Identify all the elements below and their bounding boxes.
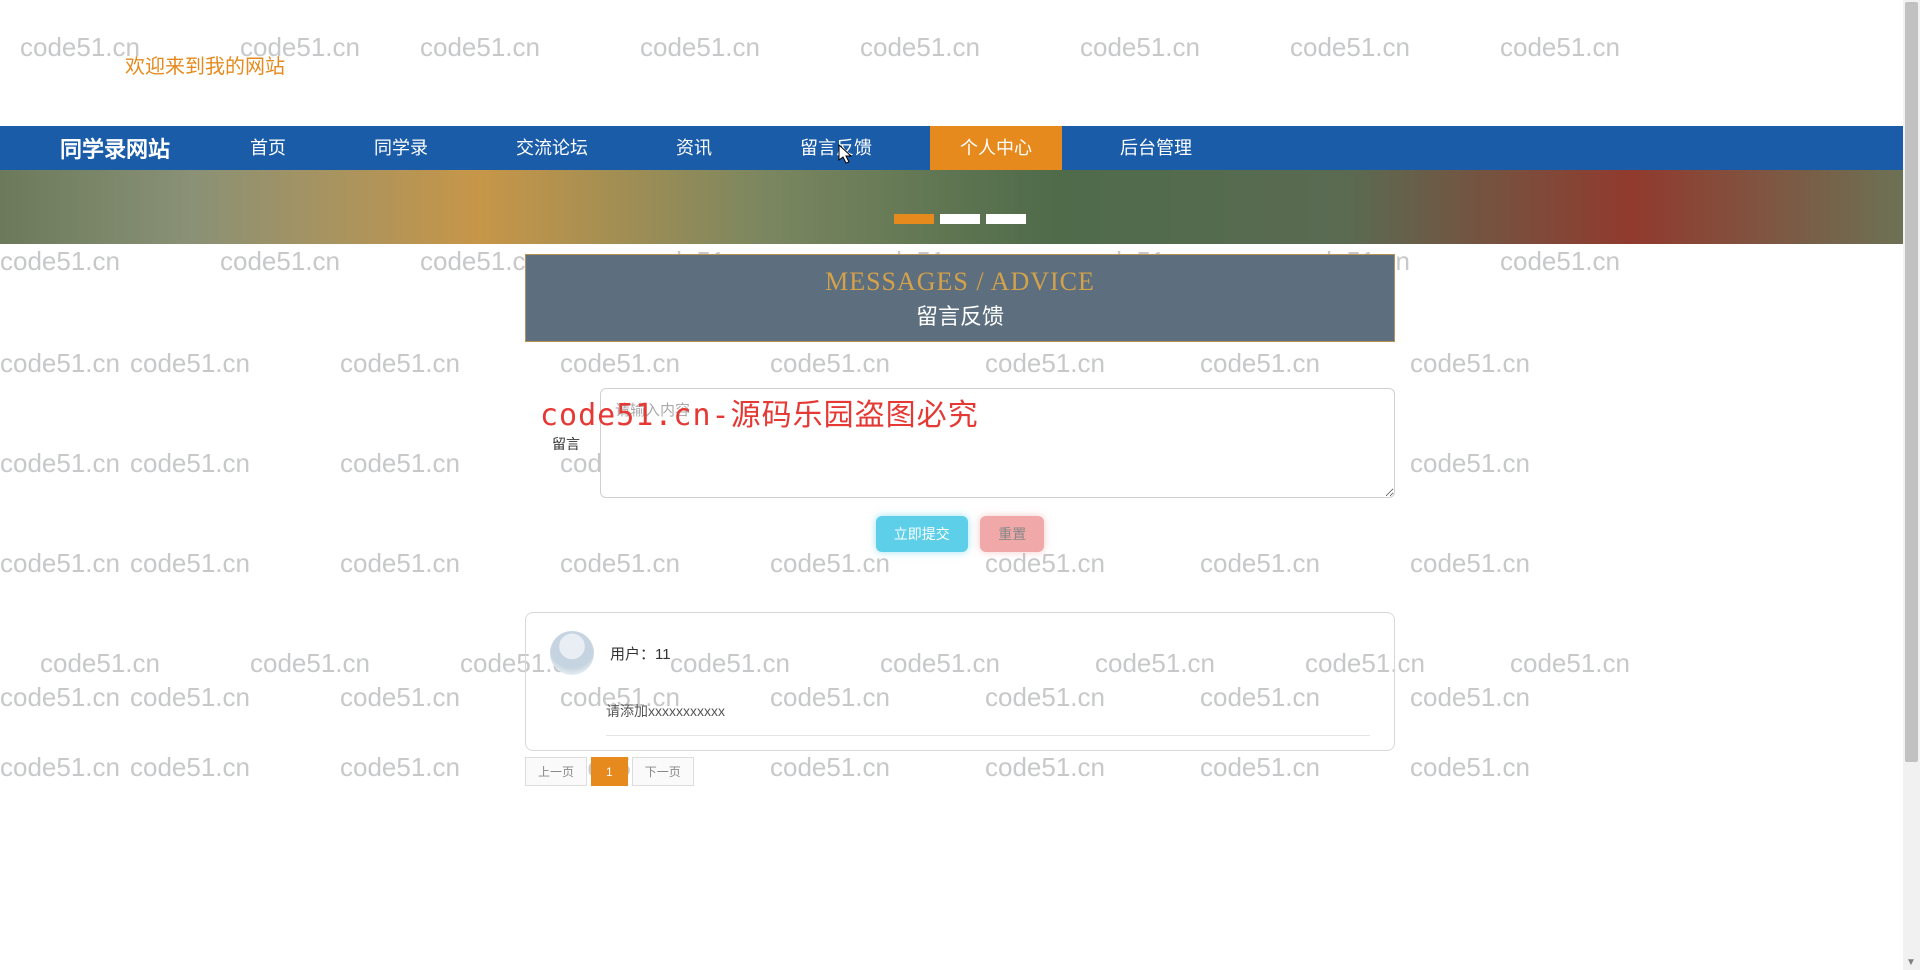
comment-card: 用户：11 请添加xxxxxxxxxxx [525, 612, 1395, 751]
section-header: MESSAGES / ADVICE 留言反馈 [525, 254, 1395, 342]
watermark-text: code51.cn [770, 548, 890, 579]
pagination: 上一页 1 下一页 [525, 757, 1395, 786]
nav-item-6[interactable]: 后台管理 [1090, 126, 1222, 170]
watermark-text: code51.cn [130, 548, 250, 579]
banner-image [0, 170, 1920, 244]
banner-indicators [894, 214, 1026, 224]
watermark-text: code51.cn [1410, 548, 1530, 579]
watermark-text: code51.cn [560, 348, 680, 379]
comment-content: 请添加xxxxxxxxxxx [606, 701, 1370, 736]
submit-button[interactable]: 立即提交 [876, 516, 968, 552]
nav-item-2[interactable]: 交流论坛 [486, 126, 618, 170]
avatar [550, 631, 594, 675]
watermark-text: code51.cn [1200, 548, 1320, 579]
nav-bar: 同学录网站 首页同学录交流论坛资讯留言反馈个人中心后台管理 [0, 126, 1920, 170]
banner-dot-2[interactable] [940, 214, 980, 224]
watermark-text: code51.cn [1410, 752, 1530, 783]
watermark-text: code51.cn [1410, 682, 1530, 713]
watermark-text: code51.cn [340, 448, 460, 479]
next-page-button[interactable]: 下一页 [632, 757, 694, 786]
watermark-text: code51.cn [130, 348, 250, 379]
watermark-text: code51.cn [40, 648, 160, 679]
watermark-text: code51.cn [130, 682, 250, 713]
watermark-text: code51.cn [220, 246, 340, 277]
watermark-text: code51.cn [130, 752, 250, 783]
watermark-text: code51.cn [130, 448, 250, 479]
vertical-scrollbar[interactable]: ▲ ▼ [1903, 0, 1920, 970]
page-number-1[interactable]: 1 [591, 757, 628, 786]
welcome-bar: 欢迎来到我的网站 [0, 0, 1920, 126]
watermark-text: code51.cn [1500, 246, 1620, 277]
reset-button[interactable]: 重置 [980, 516, 1044, 552]
watermark-text: code51.cn [0, 682, 120, 713]
watermark-text: code51.cn [0, 448, 120, 479]
scroll-down-icon[interactable]: ▼ [1906, 957, 1916, 968]
welcome-text: 欢迎来到我的网站 [125, 56, 285, 78]
section-title-cn: 留言反馈 [526, 299, 1394, 331]
watermark-text: code51.cn [1410, 348, 1530, 379]
watermark-text: code51.cn [985, 348, 1105, 379]
comment-user: 用户：11 [610, 643, 671, 664]
watermark-text: code51.cn [1410, 448, 1530, 479]
message-input[interactable] [600, 388, 1395, 498]
nav-item-1[interactable]: 同学录 [344, 126, 458, 170]
message-label: 留言 [525, 388, 600, 454]
nav-item-5[interactable]: 个人中心 [930, 126, 1062, 170]
watermark-text: code51.cn [560, 548, 680, 579]
watermark-text: code51.cn [0, 348, 120, 379]
watermark-text: code51.cn [1510, 648, 1630, 679]
watermark-text: code51.cn [420, 246, 540, 277]
nav-item-4[interactable]: 留言反馈 [770, 126, 902, 170]
banner-dot-1[interactable] [894, 214, 934, 224]
watermark-text: code51.cn [340, 548, 460, 579]
watermark-text: code51.cn [985, 548, 1105, 579]
watermark-text: code51.cn [1200, 348, 1320, 379]
watermark-text: code51.cn [770, 348, 890, 379]
watermark-text: code51.cn [0, 246, 120, 277]
nav-item-0[interactable]: 首页 [220, 126, 316, 170]
site-title: 同学录网站 [60, 132, 170, 164]
watermark-text: code51.cn [340, 682, 460, 713]
scroll-thumb[interactable] [1905, 2, 1918, 762]
prev-page-button[interactable]: 上一页 [525, 757, 587, 786]
message-form: 留言 立即提交 重置 [525, 388, 1395, 552]
nav-item-3[interactable]: 资讯 [646, 126, 742, 170]
watermark-text: code51.cn [250, 648, 370, 679]
watermark-text: code51.cn [0, 548, 120, 579]
banner-dot-3[interactable] [986, 214, 1026, 224]
section-title-en: MESSAGES / ADVICE [526, 267, 1394, 297]
watermark-text: code51.cn [0, 752, 120, 783]
watermark-text: code51.cn [340, 348, 460, 379]
watermark-text: code51.cn [340, 752, 460, 783]
